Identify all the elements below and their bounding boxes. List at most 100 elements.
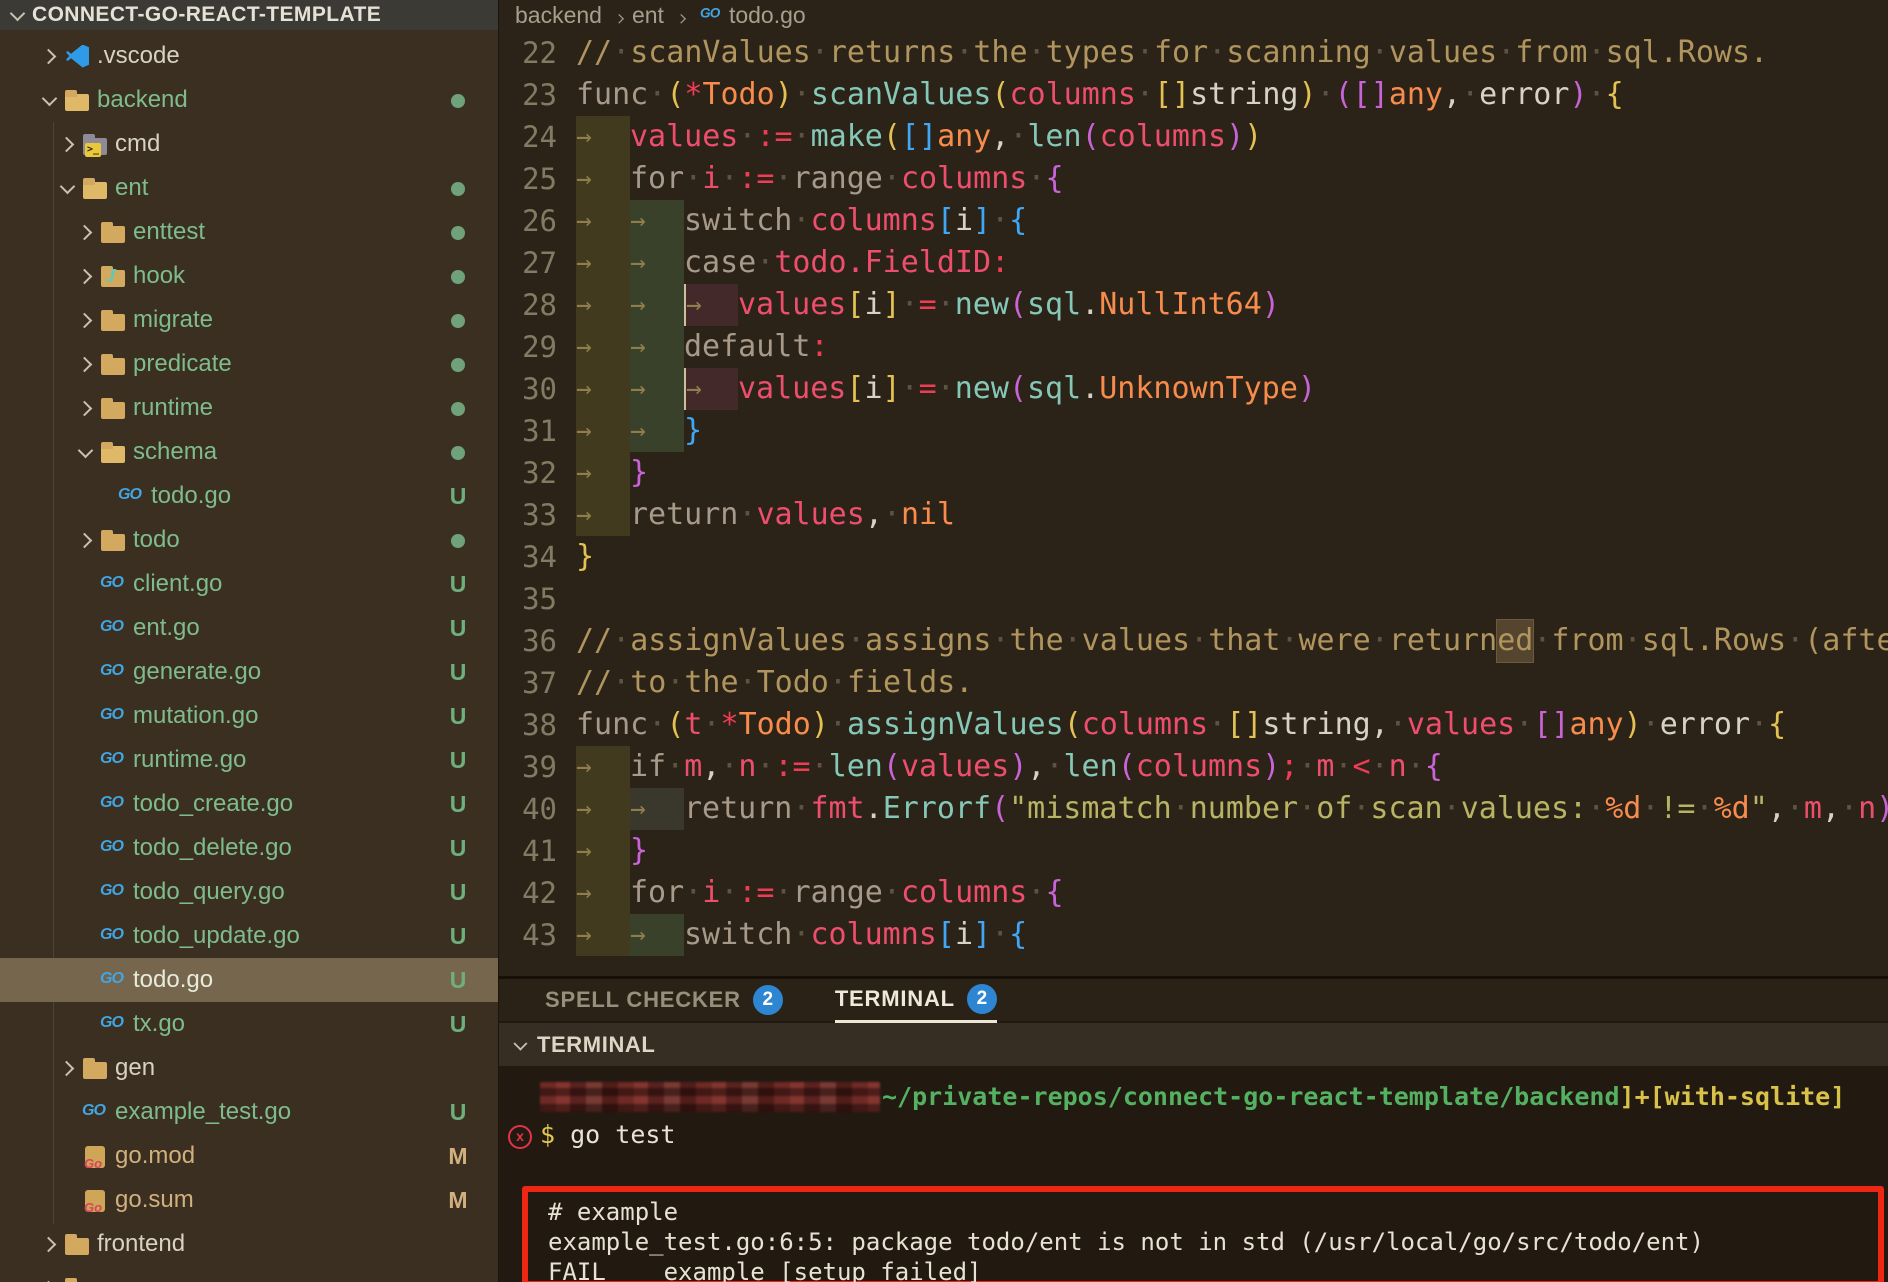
tree-item-mutation-go[interactable]: mutation.goU xyxy=(0,694,499,738)
tree-item-runtime[interactable]: runtime xyxy=(0,386,499,430)
code-line[interactable]: 32→} xyxy=(499,452,1888,494)
code-line[interactable]: 41→} xyxy=(499,830,1888,872)
explorer-section-header[interactable]: CONNECT-GO-REACT-TEMPLATE xyxy=(0,0,498,30)
code-line[interactable]: 38func·(t·*Todo)·assignValues(columns·[]… xyxy=(499,704,1888,746)
tree-item-runtime-go[interactable]: runtime.goU xyxy=(0,738,499,782)
code-token: } xyxy=(630,452,648,494)
terminal-section-header[interactable]: TERMINAL xyxy=(499,1023,1888,1066)
chevron-placeholder xyxy=(74,969,96,991)
whitespace-dot: · xyxy=(684,161,702,196)
code-line[interactable]: 42→for·i·:=·range·columns·{ xyxy=(499,872,1888,914)
tree-item-go-mod[interactable]: go.modM xyxy=(0,1134,499,1178)
tab-indent-marker: → xyxy=(576,158,630,200)
code-line[interactable]: 30→→→values[i]·=·new(sql.UnknownType) xyxy=(499,368,1888,410)
breadcrumb[interactable]: backend ent todo.go xyxy=(499,0,1888,31)
tree-item-todo[interactable]: todo xyxy=(0,518,499,562)
git-status-badge: M xyxy=(442,1187,474,1214)
code-line[interactable]: 34} xyxy=(499,536,1888,578)
breadcrumb-segment-file[interactable]: todo.go xyxy=(729,2,806,29)
tree-item-ent-go[interactable]: ent.goU xyxy=(0,606,499,650)
tree-item-schema[interactable]: schema xyxy=(0,430,499,474)
tree-item-ent[interactable]: ent xyxy=(0,166,499,210)
panel-tab-terminal[interactable]: TERMINAL2 xyxy=(835,978,997,1023)
go-file-icon xyxy=(100,703,127,730)
tab-indent-marker: → xyxy=(576,200,630,242)
whitespace-dot: · xyxy=(666,665,684,700)
tree-item-migrate[interactable]: migrate xyxy=(0,298,499,342)
panel-tab-spell-checker[interactable]: SPELL CHECKER2 xyxy=(545,979,783,1021)
terminal[interactable]: ~/private-repos/connect-go-react-templat… xyxy=(499,1066,1888,1282)
code-token: ed xyxy=(1497,620,1533,662)
whitespace-dot: · xyxy=(1027,161,1045,196)
code-token: i· xyxy=(702,872,738,914)
go-file-icon xyxy=(118,483,145,510)
code-line[interactable]: 23func·(*Todo)·scanValues(columns·[]stri… xyxy=(499,74,1888,116)
code-token: func· xyxy=(576,74,666,116)
code-line[interactable]: 43→→switch·columns[i]·{ xyxy=(499,914,1888,956)
code-token: :=· xyxy=(775,746,829,788)
tree-item-gen[interactable]: gen xyxy=(0,1046,499,1090)
tree-item-hook[interactable]: Jhook xyxy=(0,254,499,298)
code-line[interactable]: 37//·to·the·Todo·fields. xyxy=(499,662,1888,704)
code-line[interactable]: 25→for·i·:=·range·columns·{ xyxy=(499,158,1888,200)
line-number: 43 xyxy=(499,914,557,956)
code-token: i xyxy=(864,368,882,410)
go-file-icon xyxy=(700,4,723,27)
tree-item-frontend[interactable]: frontend xyxy=(0,1222,499,1266)
tab-indent-marker: → xyxy=(576,242,630,284)
tree-item-predicate[interactable]: predicate xyxy=(0,342,499,386)
tree-item-todo-go[interactable]: todo.goU xyxy=(0,958,499,1002)
code-line-content: →} xyxy=(557,452,648,494)
code-line[interactable]: 26→→switch·columns[i]·{ xyxy=(499,200,1888,242)
whitespace-dot: · xyxy=(1624,623,1642,658)
code-token: { xyxy=(1425,746,1443,788)
code-line[interactable]: 28→→→values[i]·=·new(sql.NullInt64) xyxy=(499,284,1888,326)
code-line[interactable]: 40→→return·fmt.Errorf("mismatch·number·o… xyxy=(499,788,1888,830)
code-token: len xyxy=(829,746,883,788)
tree-item-example-test-go[interactable]: example_test.goU xyxy=(0,1090,499,1134)
chevron-right-icon xyxy=(38,1277,60,1282)
code-line[interactable]: 31→→} xyxy=(499,410,1888,452)
tree-item-todo-query-go[interactable]: todo_query.goU xyxy=(0,870,499,914)
code-line[interactable]: 39→if·m,·n·:=·len(values),·len(columns);… xyxy=(499,746,1888,788)
tree-item-todo-create-go[interactable]: todo_create.goU xyxy=(0,782,499,826)
tree-item-client-go[interactable]: client.goU xyxy=(0,562,499,606)
tree-item-todo-go[interactable]: todo.goU xyxy=(0,474,499,518)
go-file-icon xyxy=(100,615,127,642)
code-line[interactable]: 24→values·:=·make([]any,·len(columns)) xyxy=(499,116,1888,158)
git-status-badge: U xyxy=(442,791,474,818)
tree-item--vscode[interactable]: .vscode xyxy=(0,34,499,78)
whitespace-dot: · xyxy=(756,749,774,784)
code-line[interactable]: 29→→default: xyxy=(499,326,1888,368)
breadcrumb-segment-backend[interactable]: backend xyxy=(515,2,602,29)
breadcrumb-segment-ent[interactable]: ent xyxy=(632,2,664,29)
code-editor[interactable]: 22//·scanValues·returns·the·types·for·sc… xyxy=(499,32,1888,956)
tab-indent-marker: → xyxy=(630,200,684,242)
code-line[interactable]: 27→→case·todo.FieldID: xyxy=(499,242,1888,284)
whitespace-dot: · xyxy=(883,875,901,910)
tree-item-label: client.go xyxy=(133,570,222,598)
tree-item-todo-update-go[interactable]: todo_update.goU xyxy=(0,914,499,958)
tree-item-backend[interactable]: backend xyxy=(0,78,499,122)
tree-item-generate-go[interactable]: generate.goU xyxy=(0,650,499,694)
folder-icon xyxy=(100,351,127,378)
tree-item-todo-delete-go[interactable]: todo_delete.goU xyxy=(0,826,499,870)
code-line-content: →→→values[i]·=·new(sql.UnknownType) xyxy=(557,368,1316,410)
tree-item-tx-go[interactable]: tx.goU xyxy=(0,1002,499,1046)
code-line[interactable]: 22//·scanValues·returns·the·types·for·sc… xyxy=(499,32,1888,74)
tree-item-partial-item[interactable] xyxy=(0,1266,499,1282)
whitespace-dot: · xyxy=(1371,35,1389,70)
code-line[interactable]: 35 xyxy=(499,578,1888,620)
tree-item-label: ent.go xyxy=(133,614,200,642)
code-token: [ xyxy=(937,914,955,956)
tree-item-go-sum[interactable]: go.sumM xyxy=(0,1178,499,1222)
tree-item-enttest[interactable]: enttest xyxy=(0,210,499,254)
line-number: 42 xyxy=(499,872,557,914)
code-line-content: } xyxy=(557,536,594,578)
tree-item-cmd[interactable]: >_cmd xyxy=(0,122,499,166)
whitespace-dot: · xyxy=(1371,623,1389,658)
code-line[interactable]: 36//·assignValues·assigns·the·values·tha… xyxy=(499,620,1888,662)
whitespace-dot: · xyxy=(1497,35,1515,70)
vscode-window: CONNECT-GO-REACT-TEMPLATE .vscodebackend… xyxy=(0,0,1888,1282)
code-line[interactable]: 33→return·values,·nil xyxy=(499,494,1888,536)
